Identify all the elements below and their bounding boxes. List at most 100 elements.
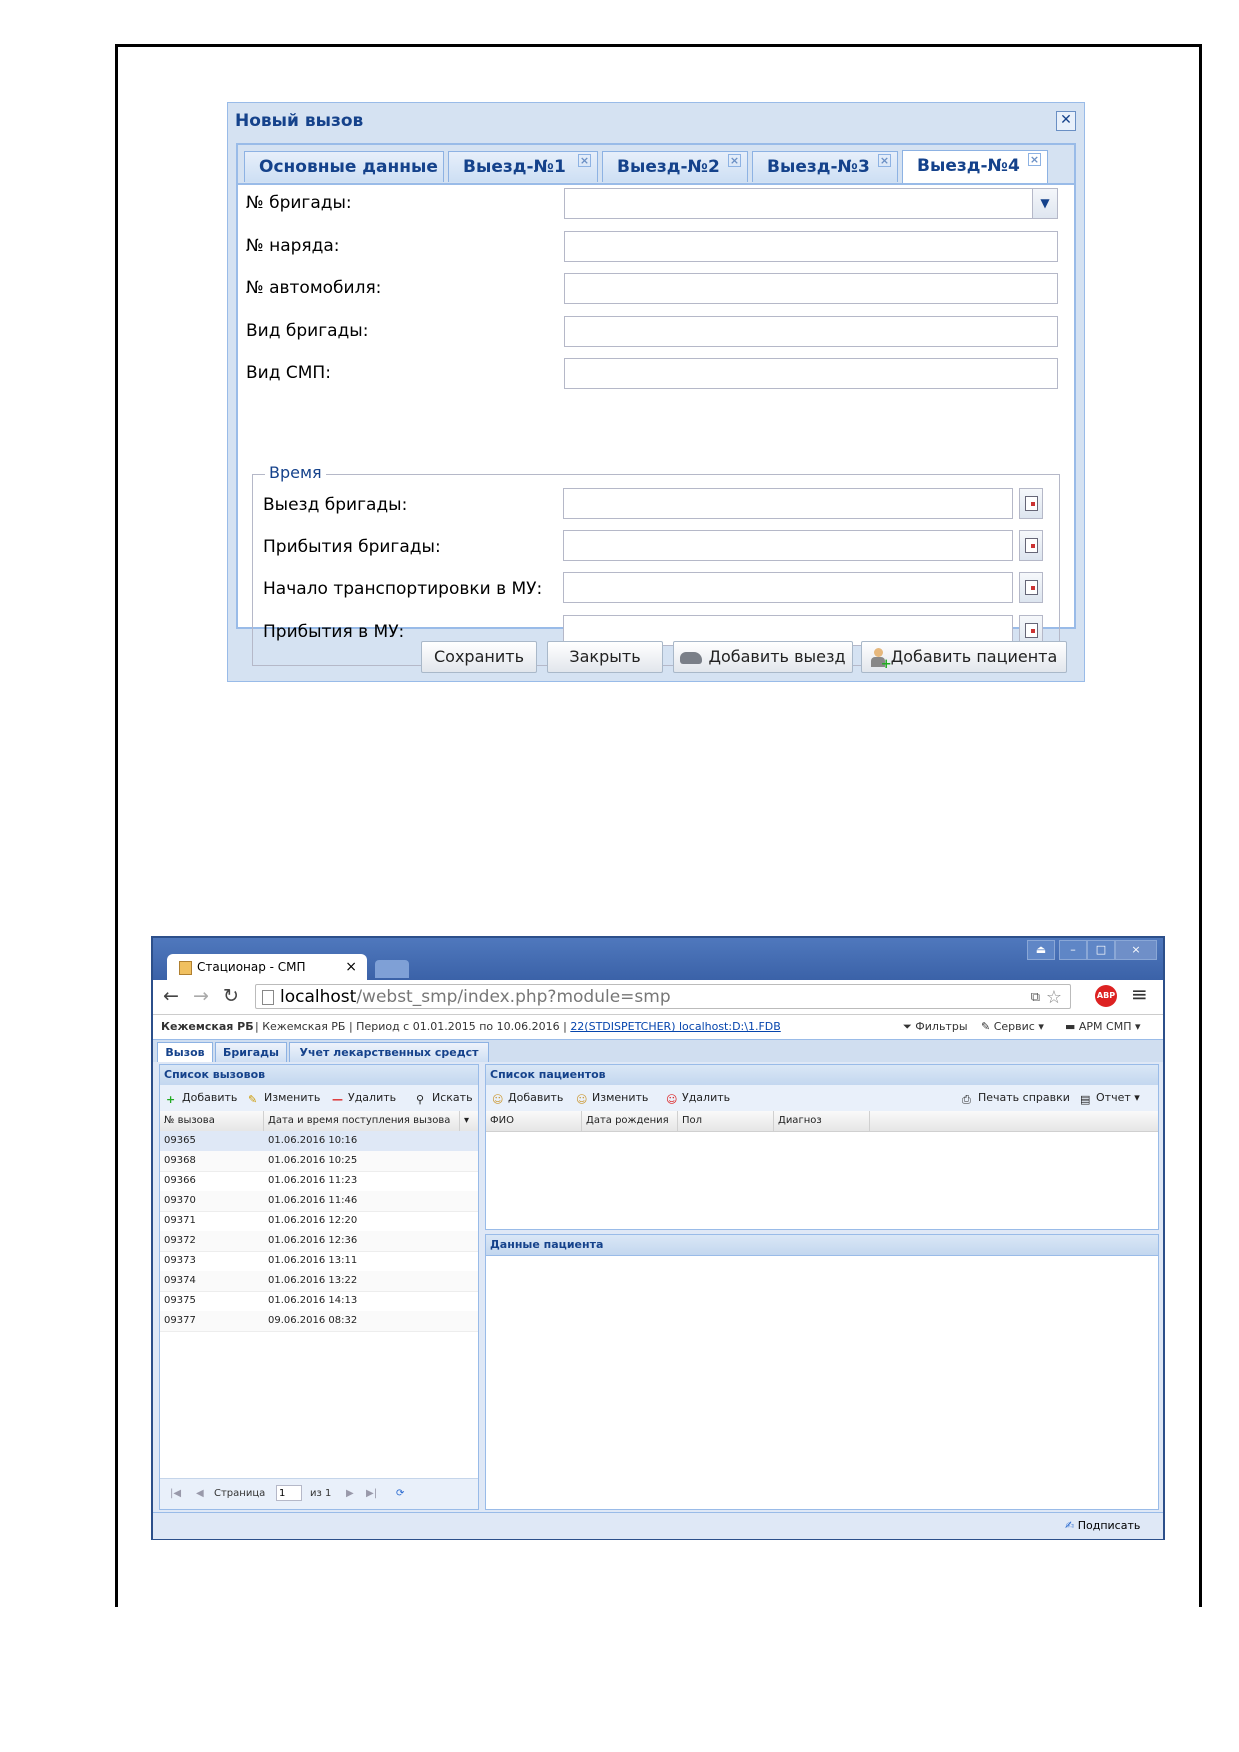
brigade-type-field[interactable]: [564, 316, 1058, 347]
table-row[interactable]: 09375 01.06.2016 14:13: [160, 1291, 478, 1312]
add-patient-toolbar-button[interactable]: ☺ Добавить: [492, 1090, 563, 1106]
tab-departure-3[interactable]: Выезд-№3 ×: [752, 151, 898, 182]
tab-medicines[interactable]: Учет лекарственных средст: [289, 1042, 489, 1062]
car-no-field[interactable]: [564, 273, 1058, 304]
first-page-icon[interactable]: |◀: [170, 1479, 181, 1509]
refresh-icon[interactable]: ⟳: [396, 1479, 404, 1509]
maximize-button[interactable]: □: [1087, 940, 1115, 960]
minimize-button[interactable]: –: [1059, 940, 1087, 960]
delete-call-button[interactable]: — Удалить: [332, 1090, 396, 1106]
org-name: Кежемская РБ: [161, 1020, 254, 1033]
delete-patient-button[interactable]: ☺ Удалить: [666, 1090, 730, 1106]
tab-close-icon[interactable]: ×: [578, 154, 591, 167]
arrival-field[interactable]: [563, 530, 1013, 561]
edit-person-icon: ☺: [576, 1093, 588, 1106]
add-patient-button[interactable]: + Добавить пациента: [861, 641, 1067, 673]
tab-close-icon[interactable]: ×: [345, 954, 357, 980]
menu-icon[interactable]: ≡: [1131, 982, 1148, 1006]
car-no-label: № автомобиля:: [246, 278, 382, 298]
call-datetime-cell: 01.06.2016 11:46: [268, 1195, 358, 1206]
filters-menu[interactable]: ⏷ Фильтры: [903, 1015, 968, 1039]
tab-close-icon[interactable]: ×: [1028, 153, 1041, 166]
departure-field[interactable]: [563, 488, 1013, 519]
page-icon: [262, 990, 274, 1005]
add-departure-button[interactable]: Добавить выезд: [673, 641, 853, 673]
forward-icon[interactable]: →: [193, 985, 209, 1007]
tab-departure-2[interactable]: Выезд-№2 ×: [602, 151, 748, 182]
calendar-icon[interactable]: [1019, 530, 1043, 561]
column-birthdate[interactable]: Дата рождения: [582, 1111, 678, 1131]
table-row[interactable]: 09373 01.06.2016 13:11: [160, 1251, 478, 1272]
tab-main-data[interactable]: Основные данные: [244, 151, 444, 182]
tab-close-icon[interactable]: ×: [728, 154, 741, 167]
last-page-icon[interactable]: ▶|: [366, 1479, 377, 1509]
back-icon[interactable]: ←: [163, 985, 179, 1007]
column-menu-icon[interactable]: ▾: [460, 1111, 478, 1131]
translate-icon[interactable]: ⧉: [1031, 985, 1040, 1010]
table-row[interactable]: 09368 01.06.2016 10:25: [160, 1151, 478, 1172]
call-no-cell: 09365: [164, 1135, 196, 1146]
tab-departure-4[interactable]: Выезд-№4 ×: [902, 150, 1048, 183]
star-icon[interactable]: ☆: [1046, 985, 1062, 1010]
chevron-down-icon[interactable]: ▼: [1032, 189, 1057, 218]
close-icon[interactable]: ✕: [1056, 111, 1076, 131]
table-row[interactable]: 09370 01.06.2016 11:46: [160, 1191, 478, 1212]
page-label: Страница: [214, 1488, 266, 1499]
adblock-icon[interactable]: ABP: [1095, 985, 1117, 1007]
column-call-no[interactable]: № вызова: [160, 1111, 264, 1131]
column-call-datetime[interactable]: Дата и время поступления вызова: [264, 1111, 460, 1131]
save-button[interactable]: Сохранить: [421, 641, 537, 673]
edit-patient-button[interactable]: ☺ Изменить: [576, 1090, 648, 1106]
close-button[interactable]: Закрыть: [547, 641, 663, 673]
call-datetime-cell: 01.06.2016 14:13: [268, 1295, 358, 1306]
smp-type-label: Вид СМП:: [246, 363, 331, 383]
sign-button[interactable]: ✍ Подписать: [1065, 1513, 1140, 1539]
patients-panel: Список пациентов ☺ Добавить ☺ Изменить ☺ Уд…: [485, 1064, 1159, 1230]
column-diagnosis[interactable]: Диагноз: [774, 1111, 870, 1131]
service-menu[interactable]: ✎ Сервис ▾: [981, 1015, 1044, 1039]
user-link[interactable]: 22(STDISPETCHER) localhost:D:\1.FDB: [570, 1020, 780, 1033]
smp-type-field[interactable]: [564, 358, 1058, 389]
print-certificate-button[interactable]: ⎙ Печать справки: [962, 1090, 1070, 1106]
transport-start-field[interactable]: [563, 572, 1013, 603]
call-datetime-cell: 01.06.2016 10:16: [268, 1135, 358, 1146]
calendar-icon[interactable]: [1019, 572, 1043, 603]
column-fio[interactable]: ФИО: [486, 1111, 582, 1131]
brigade-no-combo[interactable]: ▼: [564, 188, 1058, 219]
table-row[interactable]: 09365 01.06.2016 10:16: [160, 1131, 478, 1152]
call-no-cell: 09366: [164, 1175, 196, 1186]
table-row[interactable]: 09372 01.06.2016 12:36: [160, 1231, 478, 1252]
minus-icon: —: [332, 1093, 343, 1106]
page-number-input[interactable]: [276, 1485, 302, 1501]
url-input[interactable]: localhost/webst_smp/index.php?module=smp…: [255, 984, 1071, 1009]
new-tab-button[interactable]: [375, 960, 409, 978]
tab-close-icon[interactable]: ×: [878, 154, 891, 167]
patient-data-title: Данные пациента: [486, 1235, 1158, 1256]
report-menu-button[interactable]: ▤ Отчет ▾: [1080, 1090, 1140, 1106]
tab-departure-1[interactable]: Выезд-№1 ×: [448, 151, 598, 182]
search-call-button[interactable]: ⚲ Искать: [416, 1090, 473, 1106]
call-datetime-cell: 01.06.2016 12:36: [268, 1235, 358, 1246]
prev-page-icon[interactable]: ◀: [196, 1479, 204, 1509]
reload-icon[interactable]: ↻: [223, 985, 239, 1007]
calls-grid-header: № вызова Дата и время поступления вызова…: [160, 1111, 478, 1132]
arm-menu[interactable]: ▬ АРМ СМП ▾: [1065, 1015, 1141, 1039]
table-row[interactable]: 09371 01.06.2016 12:20: [160, 1211, 478, 1232]
calendar-icon[interactable]: [1019, 488, 1043, 519]
browser-tab[interactable]: Стационар - СМП ×: [167, 954, 367, 980]
call-datetime-cell: 09.06.2016 08:32: [268, 1315, 358, 1326]
table-row[interactable]: 09374 01.06.2016 13:22: [160, 1271, 478, 1292]
dialog-title: Новый вызов: [235, 111, 364, 131]
tab-call[interactable]: Вызов: [157, 1042, 213, 1062]
tab-brigades[interactable]: Бригады: [215, 1042, 287, 1062]
window-close-button[interactable]: ×: [1115, 940, 1157, 960]
next-page-icon[interactable]: ▶: [346, 1479, 354, 1509]
edit-call-button[interactable]: ✎ Изменить: [248, 1090, 320, 1106]
column-sex[interactable]: Пол: [678, 1111, 774, 1131]
pencil-icon: ✎: [248, 1093, 258, 1106]
add-call-button[interactable]: + Добавить: [166, 1090, 237, 1106]
profile-icon[interactable]: ⏏: [1027, 940, 1055, 960]
table-row[interactable]: 09366 01.06.2016 11:23: [160, 1171, 478, 1192]
order-no-field[interactable]: [564, 231, 1058, 262]
table-row[interactable]: 09377 09.06.2016 08:32: [160, 1311, 478, 1332]
